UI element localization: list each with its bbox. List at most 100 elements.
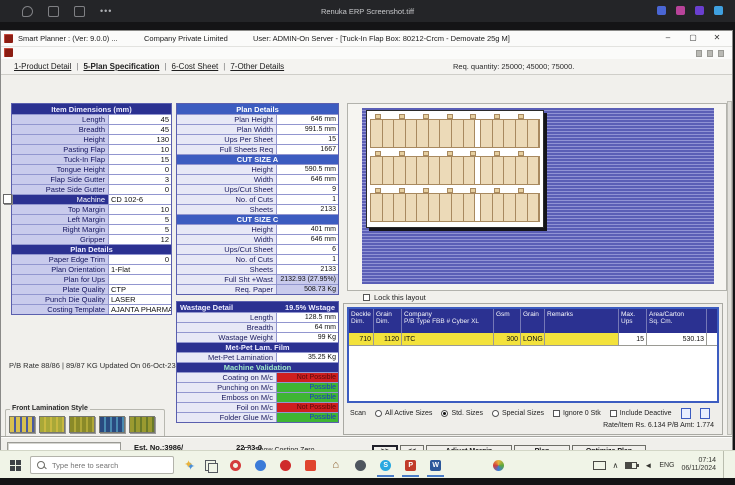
home-icon[interactable]: ⌂ bbox=[330, 460, 341, 471]
tab-1-product-detail[interactable]: 1-Product Detail bbox=[9, 62, 76, 71]
value-costing-template[interactable]: AJANTA PHARMA bbox=[109, 305, 171, 314]
tray-chevron-icon[interactable]: ∧ bbox=[613, 461, 619, 470]
skype-icon[interactable]: S bbox=[380, 460, 391, 471]
value-plan-orientation[interactable]: 1-Flat bbox=[109, 265, 171, 274]
maximize-button[interactable]: ▢ bbox=[681, 31, 705, 45]
value-plan-for-ups[interactable] bbox=[109, 275, 171, 284]
start-button[interactable] bbox=[10, 460, 21, 471]
sizes-table-row-selected[interactable]: 7101120ITC300LONG 15530.13 bbox=[349, 333, 717, 346]
language-indicator[interactable]: ENG bbox=[659, 462, 674, 469]
radio-option-all-active-sizes[interactable]: All Active Sizes bbox=[375, 410, 432, 417]
cell-max[interactable]: 15 bbox=[619, 333, 647, 345]
value-paper-edge-trim[interactable]: 0 bbox=[109, 255, 171, 264]
value-machine[interactable]: CD 102-6 bbox=[109, 195, 171, 204]
lamination-thumb[interactable] bbox=[129, 416, 155, 433]
viewer-control-icon[interactable] bbox=[696, 50, 702, 57]
value-pasting-flap[interactable]: 10 bbox=[109, 145, 171, 154]
carton-blank bbox=[371, 120, 383, 147]
checkbox-ignore-0-stk[interactable] bbox=[553, 410, 560, 417]
opera-icon[interactable] bbox=[230, 460, 241, 471]
radio-std-sizes[interactable] bbox=[441, 410, 448, 417]
label-breadth: Breadth bbox=[12, 125, 109, 134]
app-purple-icon[interactable] bbox=[695, 6, 704, 15]
browser-arrow-icon[interactable] bbox=[255, 460, 266, 471]
lamination-thumb[interactable] bbox=[9, 416, 35, 433]
tab-5-plan-specification[interactable]: 5-Plan Specification bbox=[78, 62, 164, 71]
value-breadth[interactable]: 45 bbox=[109, 125, 171, 134]
speaker-icon[interactable]: ◄ bbox=[644, 461, 652, 470]
label-height: Height bbox=[12, 135, 109, 144]
clock[interactable]: 07:14 06/11/2024 bbox=[681, 457, 716, 474]
scrollbar[interactable] bbox=[727, 101, 732, 435]
check-option-ignore-0-stk[interactable]: Ignore 0 Stk bbox=[553, 410, 601, 417]
task-view-icon[interactable] bbox=[205, 460, 216, 471]
viewer-control-icon[interactable] bbox=[718, 50, 724, 57]
value-breadth: 64 mm bbox=[277, 323, 338, 332]
value-punch-die-quality[interactable]: LASER bbox=[109, 295, 171, 304]
taskbar-search[interactable] bbox=[30, 456, 174, 474]
plan-layout-sheet[interactable] bbox=[366, 110, 544, 228]
show-desktop-button[interactable] bbox=[723, 451, 729, 479]
machine-row-marker[interactable] bbox=[3, 194, 12, 204]
value-flap-side-gutter[interactable]: 3 bbox=[109, 175, 171, 184]
value-met-pet-lamination: 35.25 Kg bbox=[277, 353, 338, 362]
shield-icon[interactable] bbox=[22, 6, 33, 17]
value-left-margin[interactable]: 5 bbox=[109, 215, 171, 224]
cell-grain[interactable]: LONG bbox=[521, 333, 545, 345]
radio-special-sizes[interactable] bbox=[492, 410, 499, 417]
value-plate-quality[interactable]: CTP bbox=[109, 285, 171, 294]
close-button[interactable]: ✕ bbox=[705, 31, 729, 45]
lamination-thumb[interactable] bbox=[69, 416, 95, 433]
tab-bar: 1-Product Detail|5-Plan Specification|6-… bbox=[1, 59, 732, 75]
row-met-pet-lamination: Met-Pet Lamination35.25 Kg bbox=[177, 352, 338, 362]
carton-blank bbox=[528, 194, 540, 221]
touch-keyboard-icon[interactable] bbox=[593, 461, 606, 470]
radio-option-std-sizes[interactable]: Std. Sizes bbox=[441, 410, 483, 417]
cortana-icon[interactable]: ✦ bbox=[184, 460, 193, 470]
app-blue-icon[interactable] bbox=[657, 6, 666, 15]
checkbox-include-deactive[interactable] bbox=[610, 410, 617, 417]
cell-gsm[interactable]: 300 bbox=[494, 333, 521, 345]
value-paste-side-gutter[interactable]: 0 bbox=[109, 185, 171, 194]
tab-6-cost-sheet[interactable]: 6-Cost Sheet bbox=[167, 62, 224, 71]
cell-area-carton[interactable]: 530.13 bbox=[647, 333, 707, 345]
app-sky-icon[interactable] bbox=[714, 6, 723, 15]
lamination-thumb[interactable] bbox=[39, 416, 65, 433]
lamination-thumb[interactable] bbox=[99, 416, 125, 433]
cell-company[interactable]: ITC bbox=[402, 333, 494, 345]
office-orange-icon[interactable]: P bbox=[405, 460, 416, 471]
red-dot-icon[interactable] bbox=[280, 460, 291, 471]
cell-deckle[interactable]: 710 bbox=[349, 333, 374, 345]
doc-icon-b[interactable] bbox=[700, 408, 710, 419]
value-right-margin[interactable]: 5 bbox=[109, 225, 171, 234]
battery-icon[interactable] bbox=[625, 462, 637, 469]
radio-option-special-sizes[interactable]: Special Sizes bbox=[492, 410, 544, 417]
value-tongue-height[interactable]: 0 bbox=[109, 165, 171, 174]
viewer-control-icon[interactable] bbox=[707, 50, 713, 57]
tray-app-icon[interactable] bbox=[493, 460, 504, 471]
word-icon[interactable]: W bbox=[430, 460, 441, 471]
badge-icon[interactable] bbox=[48, 6, 59, 17]
person-icon[interactable] bbox=[355, 460, 366, 471]
radio-all-active-sizes[interactable] bbox=[375, 410, 382, 417]
cell-grain[interactable]: 1120 bbox=[374, 333, 402, 345]
search-input[interactable] bbox=[50, 460, 164, 471]
check-option-include-deactive[interactable]: Include Deactive bbox=[610, 410, 672, 417]
value-length[interactable]: 45 bbox=[109, 115, 171, 124]
value-tuck-in-flap[interactable]: 15 bbox=[109, 155, 171, 164]
value-height[interactable]: 130 bbox=[109, 135, 171, 144]
app-pink-icon[interactable] bbox=[676, 6, 685, 15]
lock-layout-option[interactable]: Lock this layout bbox=[363, 293, 426, 302]
doc-icon-a[interactable] bbox=[681, 408, 691, 419]
pages-icon[interactable] bbox=[74, 6, 85, 17]
mail-icon[interactable] bbox=[305, 460, 316, 471]
value-top-margin[interactable]: 10 bbox=[109, 205, 171, 214]
more-icon[interactable]: ••• bbox=[100, 6, 112, 16]
value-gripper[interactable]: 12 bbox=[109, 235, 171, 244]
lock-layout-checkbox[interactable] bbox=[363, 294, 370, 301]
cell-remarks[interactable] bbox=[545, 333, 619, 345]
minimize-button[interactable]: – bbox=[656, 31, 680, 45]
tab-7-other-details[interactable]: 7-Other Details bbox=[225, 62, 289, 71]
label-punching-on-m-c: Punching on M/c bbox=[177, 383, 277, 392]
label-punch-die-quality: Punch Die Quality bbox=[12, 295, 109, 304]
